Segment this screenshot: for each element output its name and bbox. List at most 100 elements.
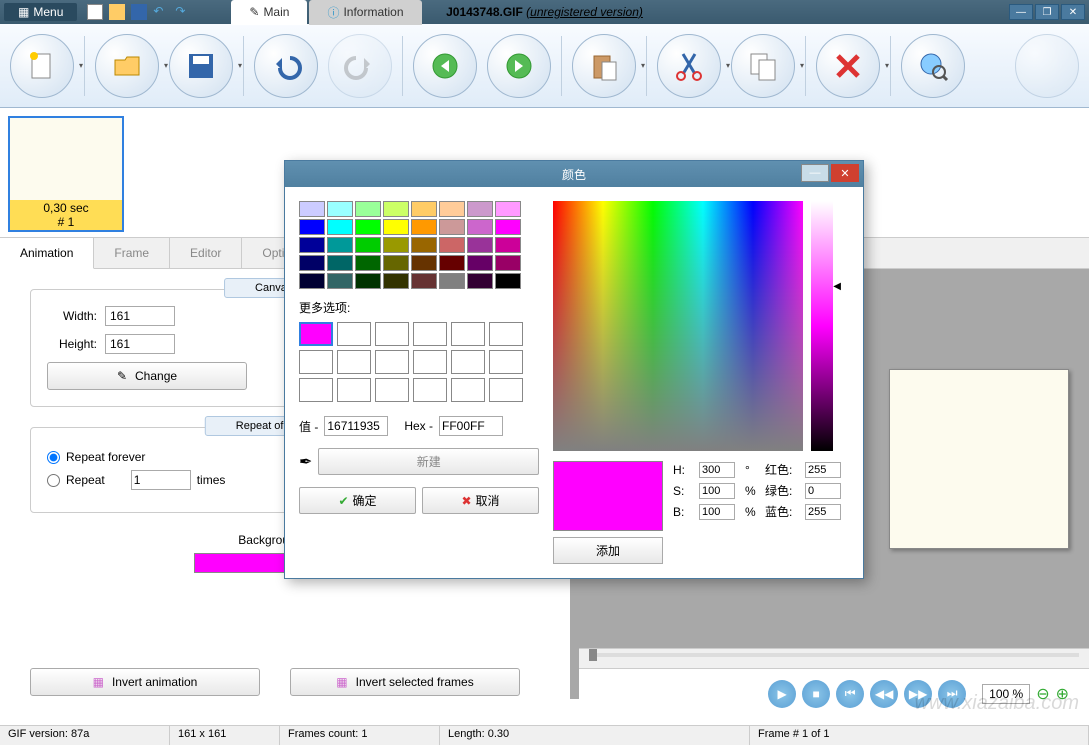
- b-input[interactable]: [699, 504, 735, 520]
- palette-swatch[interactable]: [299, 273, 325, 289]
- dialog-close-button[interactable]: ✕: [831, 164, 859, 182]
- palette-swatch[interactable]: [355, 237, 381, 253]
- custom-color-swatch[interactable]: [489, 378, 523, 402]
- hex-input[interactable]: [439, 416, 503, 436]
- undo-button[interactable]: [254, 34, 318, 98]
- web-preview-button[interactable]: [901, 34, 965, 98]
- palette-swatch[interactable]: [495, 219, 521, 235]
- palette-swatch[interactable]: [439, 273, 465, 289]
- eyedropper-icon[interactable]: ✒: [299, 452, 312, 472]
- palette-swatch[interactable]: [411, 219, 437, 235]
- invert-animation-button[interactable]: ▦ Invert animation: [30, 668, 260, 696]
- save-button[interactable]: ▾: [169, 34, 233, 98]
- custom-color-swatch[interactable]: [451, 378, 485, 402]
- last-button[interactable]: ⏭: [938, 680, 966, 708]
- saturation-value-picker[interactable]: [553, 201, 803, 451]
- palette-swatch[interactable]: [439, 255, 465, 271]
- undo-icon[interactable]: ↶: [153, 4, 169, 20]
- hue-slider[interactable]: ◀: [811, 201, 833, 451]
- add-button[interactable]: 添加: [553, 537, 663, 564]
- palette-swatch[interactable]: [299, 219, 325, 235]
- red-input[interactable]: [805, 462, 841, 478]
- palette-swatch[interactable]: [355, 219, 381, 235]
- cut-button[interactable]: ▾: [657, 34, 721, 98]
- tab-frame[interactable]: Frame: [94, 238, 170, 268]
- prev-frame-button[interactable]: ◀◀: [870, 680, 898, 708]
- paste-button[interactable]: ▾: [572, 34, 636, 98]
- maximize-button[interactable]: ❐: [1035, 4, 1059, 20]
- zoom-out-icon[interactable]: ⊖: [1036, 684, 1049, 704]
- tab-editor[interactable]: Editor: [170, 238, 242, 268]
- tab-main[interactable]: ✎Main: [231, 0, 307, 25]
- new-file-button[interactable]: ▾: [10, 34, 74, 98]
- palette-swatch[interactable]: [467, 237, 493, 253]
- repeat-count-radio[interactable]: [47, 474, 60, 487]
- invert-frames-button[interactable]: ▦ Invert selected frames: [290, 668, 520, 696]
- custom-color-swatch[interactable]: [451, 350, 485, 374]
- palette-swatch[interactable]: [355, 255, 381, 271]
- cancel-button[interactable]: ✖取消: [422, 487, 539, 514]
- palette-swatch[interactable]: [411, 237, 437, 253]
- palette-swatch[interactable]: [467, 255, 493, 271]
- stop-button[interactable]: ■: [802, 680, 830, 708]
- palette-swatch[interactable]: [495, 237, 521, 253]
- palette-swatch[interactable]: [327, 273, 353, 289]
- s-input[interactable]: [699, 483, 735, 499]
- height-input[interactable]: [105, 334, 175, 354]
- palette-swatch[interactable]: [327, 255, 353, 271]
- custom-color-swatch[interactable]: [299, 378, 333, 402]
- play-button[interactable]: ▶: [768, 680, 796, 708]
- palette-swatch[interactable]: [411, 255, 437, 271]
- redo-icon[interactable]: ↷: [175, 4, 191, 20]
- palette-swatch[interactable]: [411, 273, 437, 289]
- copy-button[interactable]: ▾: [731, 34, 795, 98]
- open-button[interactable]: ▾: [95, 34, 159, 98]
- palette-swatch[interactable]: [467, 201, 493, 217]
- palette-swatch[interactable]: [411, 201, 437, 217]
- save-icon[interactable]: [131, 4, 147, 20]
- palette-swatch[interactable]: [495, 273, 521, 289]
- delete-button[interactable]: ▾: [816, 34, 880, 98]
- new-button[interactable]: 新建: [318, 448, 539, 475]
- palette-swatch[interactable]: [383, 201, 409, 217]
- open-icon[interactable]: [109, 4, 125, 20]
- value-input[interactable]: [324, 416, 388, 436]
- palette-swatch[interactable]: [299, 237, 325, 253]
- prev-button[interactable]: [413, 34, 477, 98]
- palette-swatch[interactable]: [299, 201, 325, 217]
- zoom-level[interactable]: 100 %: [982, 684, 1030, 704]
- width-input[interactable]: [105, 306, 175, 326]
- custom-color-swatch[interactable]: [375, 322, 409, 346]
- custom-color-swatch[interactable]: [337, 350, 371, 374]
- custom-color-swatch[interactable]: [299, 350, 333, 374]
- palette-swatch[interactable]: [467, 219, 493, 235]
- palette-swatch[interactable]: [383, 237, 409, 253]
- palette-swatch[interactable]: [327, 219, 353, 235]
- custom-color-swatch[interactable]: [413, 322, 447, 346]
- dialog-titlebar[interactable]: 颜色 — ✕: [285, 161, 863, 187]
- palette-swatch[interactable]: [495, 255, 521, 271]
- repeat-count-input[interactable]: [131, 470, 191, 490]
- green-input[interactable]: [805, 483, 841, 499]
- close-button[interactable]: ✕: [1061, 4, 1085, 20]
- menu-button[interactable]: ▦ Menu: [4, 3, 77, 21]
- extra-button[interactable]: [1015, 34, 1079, 98]
- palette-swatch[interactable]: [439, 201, 465, 217]
- h-input[interactable]: [699, 462, 735, 478]
- frame-thumbnail[interactable]: 0,30 sec # 1: [8, 116, 124, 232]
- dialog-minimize-button[interactable]: —: [801, 164, 829, 182]
- custom-color-swatch[interactable]: [375, 378, 409, 402]
- custom-color-swatch[interactable]: [299, 322, 333, 346]
- ok-button[interactable]: ✔确定: [299, 487, 416, 514]
- palette-swatch[interactable]: [299, 255, 325, 271]
- palette-swatch[interactable]: [439, 237, 465, 253]
- custom-color-swatch[interactable]: [451, 322, 485, 346]
- palette-swatch[interactable]: [495, 201, 521, 217]
- custom-color-swatch[interactable]: [375, 350, 409, 374]
- custom-color-swatch[interactable]: [337, 322, 371, 346]
- palette-swatch[interactable]: [327, 237, 353, 253]
- palette-swatch[interactable]: [383, 219, 409, 235]
- palette-swatch[interactable]: [383, 273, 409, 289]
- next-button[interactable]: [487, 34, 551, 98]
- blue-input[interactable]: [805, 504, 841, 520]
